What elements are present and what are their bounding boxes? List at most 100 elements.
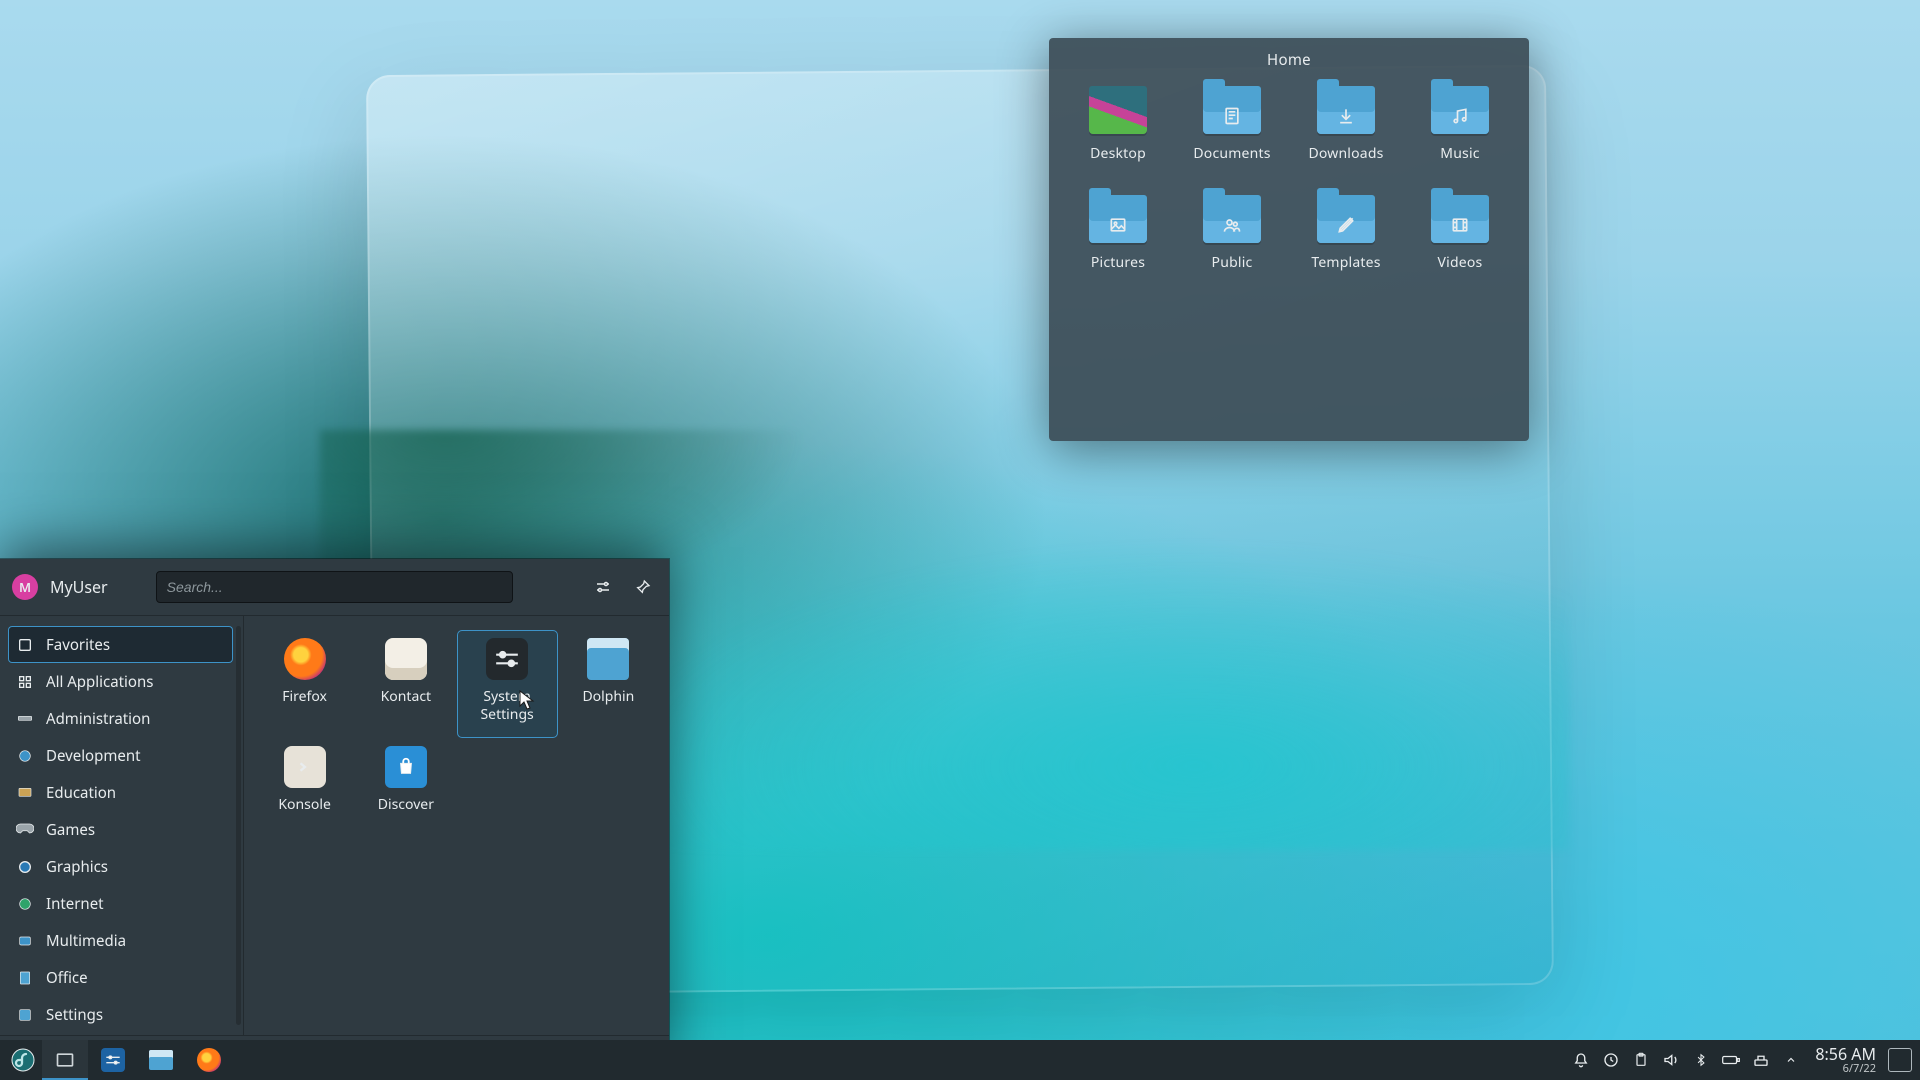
desktop-thumbnail-icon [1089,86,1147,134]
kickoff-header: M MyUser [0,559,669,616]
category-label: All Applications [46,672,153,692]
app-label: Kontact [381,688,431,706]
app-label: Discover [378,796,434,814]
star-icon [16,636,34,654]
system-settings-icon [101,1048,125,1072]
start-menu-button[interactable] [6,1040,40,1080]
category-internet[interactable]: Internet [8,885,233,922]
home-item-label: Templates [1311,253,1380,272]
app-firefox[interactable]: Firefox [254,630,355,738]
username-label: MyUser [50,576,108,598]
board-icon [16,784,34,802]
wrench-icon [16,710,34,728]
fedora-icon [11,1048,35,1072]
earth-icon [16,895,34,913]
category-label: Multimedia [46,931,126,951]
globe-icon [16,747,34,765]
system-tray [1569,1048,1803,1072]
category-administration[interactable]: Administration [8,700,233,737]
app-dolphin[interactable]: Dolphin [558,630,659,738]
pin-button[interactable] [629,573,657,601]
folder-icon [587,638,629,680]
folder-icon [1317,86,1375,134]
category-label: Settings [46,1005,103,1025]
category-label: Favorites [46,635,110,655]
category-all-applications[interactable]: All Applications [8,663,233,700]
shopping-bag-icon [385,746,427,788]
clock-date: 6/7/22 [1843,1063,1876,1075]
pin-icon [635,579,651,595]
category-settings[interactable]: Settings [8,996,233,1033]
tray-updates[interactable] [1599,1048,1623,1072]
category-games[interactable]: Games [8,811,233,848]
app-label: Dolphin [582,688,634,706]
tray-bluetooth[interactable] [1689,1048,1713,1072]
task-dolphin[interactable] [138,1040,184,1080]
show-desktop-button[interactable] [1888,1048,1912,1072]
folder-icon [149,1050,173,1070]
category-favorites[interactable]: Favorites [8,626,233,663]
tray-clipboard[interactable] [1629,1048,1653,1072]
category-label: Development [46,746,141,766]
category-graphics[interactable]: Graphics [8,848,233,885]
tray-battery[interactable] [1719,1048,1743,1072]
home-item-music[interactable]: Music [1411,86,1509,163]
category-development[interactable]: Development [8,737,233,774]
media-icon [16,932,34,950]
app-konsole[interactable]: Konsole [254,738,355,846]
sphere-icon [16,858,34,876]
home-item-pictures[interactable]: Pictures [1069,195,1167,272]
app-label: Firefox [282,688,327,706]
home-item-public[interactable]: Public [1183,195,1281,272]
user-avatar[interactable]: M [12,574,38,600]
home-folderview-widget: Home Desktop Documents Downloads Music [1049,38,1529,441]
home-item-label: Music [1440,144,1479,163]
app-kontact[interactable]: Kontact [355,630,456,738]
home-item-label: Documents [1193,144,1270,163]
home-widget-title: Home [1049,38,1529,80]
calendar-icon [385,638,427,680]
home-item-label: Downloads [1308,144,1383,163]
configure-button[interactable] [589,573,617,601]
home-item-label: Public [1212,253,1253,272]
system-settings-icon [486,638,528,680]
clock[interactable]: 8:56 AM 6/7/22 [1815,1046,1876,1074]
app-system-settings[interactable]: System Settings [457,630,558,738]
home-item-label: Videos [1438,253,1483,272]
tray-notifications[interactable] [1569,1048,1593,1072]
home-item-documents[interactable]: Documents [1183,86,1281,163]
folder-icon [1431,195,1489,243]
home-item-downloads[interactable]: Downloads [1297,86,1395,163]
category-label: Games [46,820,95,840]
home-item-desktop[interactable]: Desktop [1069,86,1167,163]
home-item-label: Desktop [1090,144,1146,163]
task-button-active[interactable] [42,1040,88,1080]
kickoff-launcher: M MyUser Favorites All Applications Admi… [0,559,669,1080]
home-item-videos[interactable]: Videos [1411,195,1509,272]
home-item-templates[interactable]: Templates [1297,195,1395,272]
app-discover[interactable]: Discover [355,738,456,846]
tray-expand[interactable] [1779,1048,1803,1072]
category-office[interactable]: Office [8,959,233,996]
tray-volume[interactable] [1659,1048,1683,1072]
task-system-settings[interactable] [90,1040,136,1080]
folder-icon [1203,195,1261,243]
folder-icon [1203,86,1261,134]
settings-icon [16,1006,34,1024]
category-label: Office [46,968,88,988]
category-sidebar: Favorites All Applications Administratio… [0,616,244,1035]
grid-icon [16,673,34,691]
taskbar: 8:56 AM 6/7/22 [0,1040,1920,1080]
tray-network[interactable] [1749,1048,1773,1072]
category-education[interactable]: Education [8,774,233,811]
task-firefox[interactable] [186,1040,232,1080]
terminal-icon [284,746,326,788]
favorites-grid: Firefox Kontact System Settings Dolphin [244,616,669,1035]
sliders-icon [594,578,612,596]
category-label: Internet [46,894,104,914]
app-label: System Settings [461,688,554,723]
search-input[interactable] [156,571,513,603]
category-label: Education [46,783,116,803]
home-item-label: Pictures [1091,253,1145,272]
category-multimedia[interactable]: Multimedia [8,922,233,959]
